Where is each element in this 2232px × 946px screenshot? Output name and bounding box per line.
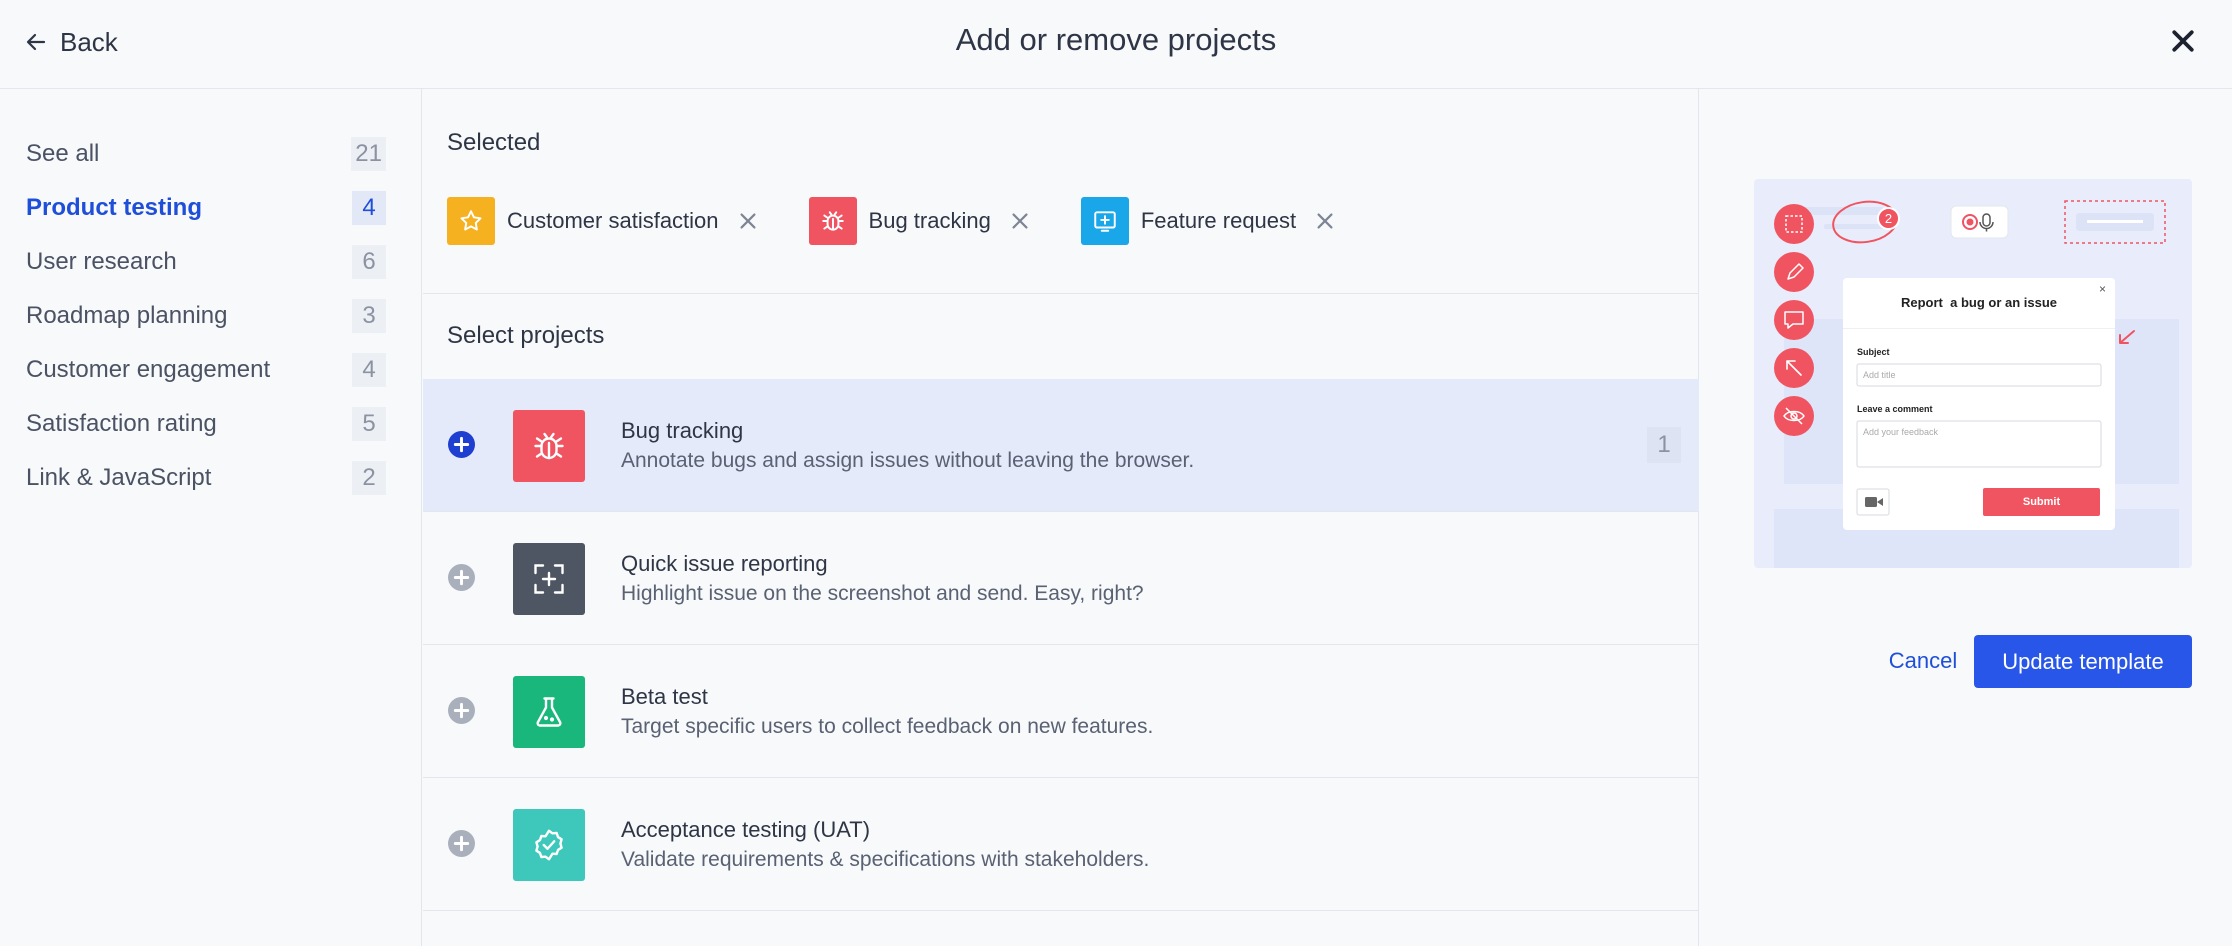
badge-check-icon (513, 809, 585, 881)
plus-circle-icon[interactable] (448, 431, 475, 458)
project-row-quick-issue-reporting[interactable]: Quick issue reporting Highlight issue on… (423, 512, 1699, 645)
divider (423, 293, 1699, 294)
comment-placeholder: Add your feedback (1863, 427, 1939, 437)
update-template-button[interactable]: Update template (1974, 635, 2192, 688)
chip-label: Bug tracking (868, 208, 991, 233)
project-count-badge: 1 (1647, 427, 1681, 463)
sidebar-item-user-research[interactable]: User research 6 (26, 244, 386, 280)
remove-chip-icon[interactable] (737, 210, 759, 232)
screenshot-plus-icon (513, 543, 585, 615)
modal-title: Report a bug or an issue (1900, 295, 2058, 310)
category-sidebar: See all 21 Product testing 4 User resear… (0, 89, 422, 946)
project-description: Target specific users to collect feedbac… (621, 715, 1154, 738)
comment-label: Leave a comment (1857, 404, 1933, 414)
sidebar-item-count: 21 (351, 137, 386, 171)
selected-chips: Customer satisfaction Bug tracking Featu… (447, 197, 1336, 245)
bug-icon (513, 410, 585, 482)
selected-chip: Feature request (1080, 197, 1336, 245)
sidebar-item-label: See all (26, 140, 100, 167)
remove-chip-icon[interactable] (1314, 210, 1336, 232)
sidebar-item-count: 3 (352, 299, 386, 333)
sidebar-item-label: Link & JavaScript (26, 464, 212, 491)
subject-placeholder: Add title (1863, 370, 1896, 380)
selected-heading: Selected (447, 129, 541, 156)
sidebar-item-see-all[interactable]: See all 21 (26, 136, 386, 172)
sidebar-item-count: 6 (352, 245, 386, 279)
submit-label: Submit (2022, 496, 2061, 508)
sidebar-item-count: 5 (352, 407, 386, 441)
project-row-beta-test[interactable]: Beta test Target specific users to colle… (423, 645, 1699, 778)
sidebar-item-label: Product testing (26, 194, 203, 221)
sidebar-item-label: Satisfaction rating (26, 410, 217, 437)
selected-chip: Customer satisfaction (447, 197, 759, 245)
selected-chip: Bug tracking (808, 197, 1031, 245)
subject-label: Subject (1857, 347, 1890, 357)
sidebar-item-count: 2 (352, 461, 386, 495)
sidebar-item-count: 4 (352, 353, 386, 387)
annotation-count-badge: 2 (1877, 207, 1900, 230)
sidebar-item-label: Roadmap planning (26, 302, 228, 329)
sidebar-item-satisfaction-rating[interactable]: Satisfaction rating 5 (26, 406, 386, 442)
plus-circle-icon[interactable] (448, 697, 475, 724)
remove-chip-icon[interactable] (1009, 210, 1031, 232)
chip-label: Feature request (1140, 208, 1297, 233)
template-preview: 2 Report a bug or an issue × Subject Add… (1754, 179, 2192, 568)
select-projects-heading: Select projects (447, 322, 605, 349)
project-description: Annotate bugs and assign issues without … (621, 449, 1195, 472)
sidebar-item-label: User research (26, 248, 177, 275)
top-bar: Back Add or remove projects (0, 0, 2232, 89)
flask-icon (513, 676, 585, 748)
project-description: Validate requirements & specifications w… (621, 848, 1150, 871)
modal-close-icon: × (2099, 282, 2107, 296)
plus-circle-icon[interactable] (448, 830, 475, 857)
preview-illustration (1774, 200, 2179, 568)
bug-icon (808, 197, 857, 245)
project-name: Acceptance testing (UAT) (621, 817, 871, 842)
star-icon (447, 197, 495, 245)
project-description: Highlight issue on the screenshot and se… (621, 582, 1144, 605)
sidebar-item-count: 4 (352, 191, 386, 225)
project-name: Beta test (621, 684, 708, 709)
projects-panel: Selected Customer satisfaction Bug track… (423, 89, 1699, 946)
page-title: Add or remove projects (955, 22, 1277, 57)
sidebar-item-label: Customer engagement (26, 356, 271, 383)
sidebar-item-product-testing[interactable]: Product testing 4 (26, 190, 386, 226)
preview-panel: 2 Report a bug or an issue × Subject Add… (1700, 89, 2232, 946)
plus-circle-icon[interactable] (448, 564, 475, 591)
sidebar-item-roadmap-planning[interactable]: Roadmap planning 3 (26, 298, 386, 334)
cancel-button[interactable]: Cancel (1875, 635, 1971, 687)
project-row-acceptance-testing[interactable]: Acceptance testing (UAT) Validate requir… (423, 778, 1699, 911)
project-name: Bug tracking (621, 418, 744, 443)
feature-request-icon (1080, 197, 1129, 245)
close-icon[interactable] (2168, 26, 2198, 56)
sidebar-item-customer-engagement[interactable]: Customer engagement 4 (26, 352, 386, 388)
project-row-bug-tracking[interactable]: Bug tracking Annotate bugs and assign is… (423, 379, 1699, 512)
chip-label: Customer satisfaction (507, 208, 719, 233)
project-name: Quick issue reporting (621, 551, 828, 576)
sidebar-item-link-javascript[interactable]: Link & JavaScript 2 (26, 460, 386, 496)
